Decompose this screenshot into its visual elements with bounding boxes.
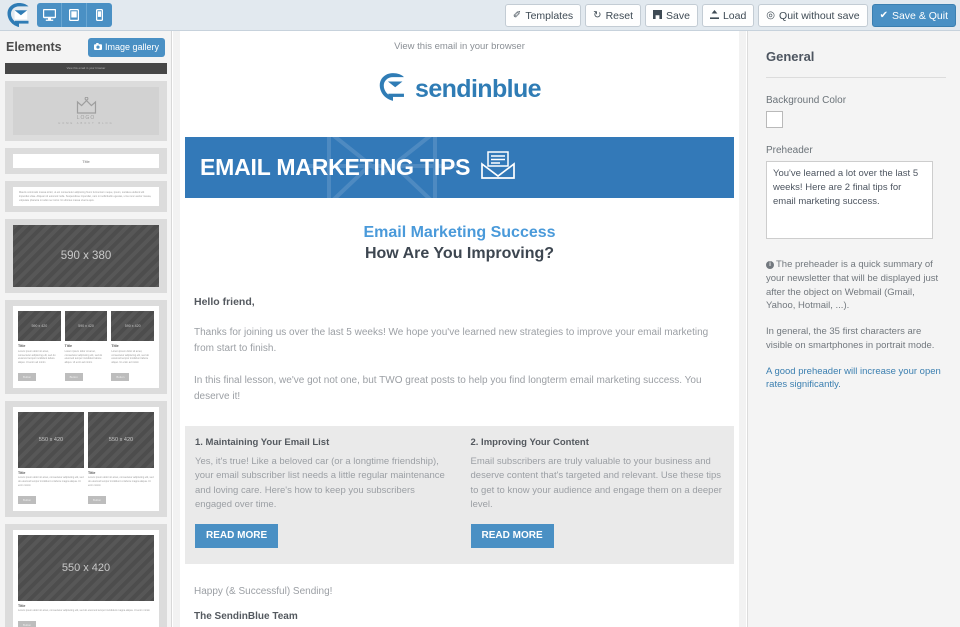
camera-icon: [93, 42, 102, 52]
heading-secondary: How Are You Improving?: [364, 245, 555, 262]
image-gallery-button[interactable]: Image gallery: [87, 37, 165, 57]
save-and-quit-button[interactable]: ✔ Save & Quit: [871, 4, 956, 27]
page-title: Elements: [6, 40, 62, 54]
image-placeholder: 590 x 380: [13, 225, 159, 288]
column-2-body: Email subscribers are truly valuable to …: [470, 456, 722, 510]
button-placeholder: Button: [18, 495, 37, 504]
sendinblue-shield-icon: [378, 72, 408, 107]
email-logo[interactable]: sendinblue: [180, 52, 739, 137]
refresh-icon: ↻: [593, 9, 602, 21]
email-preview-canvas[interactable]: View this email in your browser sendinbl…: [173, 31, 746, 627]
sidebar-header: Elements Image gallery: [0, 31, 171, 63]
logo-wordmark: sendinblue: [415, 75, 542, 103]
column-1-heading: 1. Maintaining Your Email List: [195, 437, 330, 448]
mobile-icon[interactable]: [87, 3, 112, 27]
preheader-help-3: A good preheader will increase your open…: [766, 365, 941, 391]
elements-list[interactable]: View this email in your browser LOGO HOM…: [0, 63, 171, 627]
button-placeholder: Button: [64, 372, 83, 381]
reset-label: Reset: [605, 9, 633, 22]
general-settings-panel: General Background Color Preheader iThe …: [747, 31, 960, 627]
greeting-text: Hello friend,: [194, 296, 255, 308]
elements-sidebar: Elements Image gallery View this email i…: [0, 31, 172, 627]
email-body: View this email in your browser sendinbl…: [180, 31, 739, 627]
quit-without-save-button[interactable]: ◎ Quit without save: [758, 4, 868, 27]
background-color-swatch[interactable]: [766, 111, 783, 128]
image-placeholder: 590 x 420: [18, 311, 61, 342]
image-placeholder: 550 x 420: [18, 411, 84, 468]
wand-icon: ✐: [512, 9, 522, 21]
device-preview-toggle[interactable]: [37, 3, 112, 27]
signoff-text: Happy (& Successful) Sending!: [194, 586, 333, 597]
sendinblue-shield-icon: [6, 2, 32, 28]
info-icon: i: [766, 261, 774, 269]
background-color-label: Background Color: [766, 95, 847, 106]
image-placeholder: 590 x 420: [111, 311, 155, 342]
top-toolbar: ✐ Templates ↻ Reset Save Load ◎ Quit wit…: [0, 0, 960, 31]
preheader-label: Preheader: [766, 145, 813, 156]
action-buttons: ✐ Templates ↻ Reset Save Load ◎ Quit wit…: [504, 4, 956, 27]
button-placeholder: Button: [18, 372, 37, 381]
list-item[interactable]: Mauris commodo massa tortor, ut est cons…: [5, 181, 167, 213]
image-placeholder: 590 x 420: [64, 311, 108, 342]
column-1[interactable]: 1. Maintaining Your Email List Yes, it's…: [190, 437, 454, 548]
read-more-button-1[interactable]: READ MORE: [195, 524, 279, 548]
save-and-quit-label: Save & Quit: [891, 9, 948, 22]
heading-primary: Email Marketing Success: [363, 224, 556, 241]
load-label: Load: [722, 9, 747, 22]
list-item[interactable]: 550 x 420 Title Lorem ipsum dolor sit am…: [5, 400, 167, 517]
templates-label: Templates: [525, 9, 574, 22]
logo-placeholder: LOGO HOME ABOUT BLOG: [13, 87, 159, 135]
list-item[interactable]: Title: [5, 148, 167, 174]
quit-without-save-label: Quit without save: [779, 9, 860, 22]
open-envelope-icon: [481, 150, 516, 185]
list-item[interactable]: 550 x 420 Title Lorem ipsum dolor sit am…: [5, 523, 167, 627]
email-banner[interactable]: EMAIL MARKETING TIPS: [185, 137, 734, 198]
team-signature: The SendinBlue Team: [194, 611, 298, 622]
list-item[interactable]: View this email in your browser: [5, 63, 167, 74]
view-in-browser-link[interactable]: View this email in your browser: [180, 31, 739, 52]
preheader-help-2: In general, the 35 first characters are …: [766, 326, 935, 351]
image-gallery-label: Image gallery: [104, 42, 159, 52]
save-label: Save: [666, 9, 690, 22]
list-item[interactable]: 590 x 420 Title Lorem ipsum dolor sit am…: [5, 300, 167, 394]
floppy-disk-icon: [653, 9, 662, 22]
upload-icon: [709, 9, 719, 22]
list-item[interactable]: 590 x 380: [5, 219, 167, 294]
tablet-icon[interactable]: [62, 3, 87, 27]
preheader-input[interactable]: [766, 161, 933, 239]
check-icon: ✔: [879, 9, 888, 21]
two-column-section[interactable]: 1. Maintaining Your Email List Yes, it's…: [185, 426, 734, 564]
column-2-heading: 2. Improving Your Content: [470, 437, 589, 448]
load-button[interactable]: Load: [701, 4, 755, 27]
button-placeholder: Button: [111, 372, 130, 381]
paragraph-1: Thanks for joining us over the last 5 we…: [194, 327, 709, 354]
list-item[interactable]: LOGO HOME ABOUT BLOG: [5, 81, 167, 141]
panel-title: General: [766, 49, 946, 78]
column-2[interactable]: 2. Improving Your Content Email subscrib…: [466, 437, 730, 548]
button-placeholder: Button: [88, 495, 107, 504]
reset-button[interactable]: ↻ Reset: [585, 4, 641, 27]
banner-title: EMAIL MARKETING TIPS: [200, 154, 471, 180]
paragraph-2: In this final lesson, we've got not one,…: [194, 375, 702, 402]
image-placeholder: 550 x 420: [18, 534, 154, 601]
desktop-icon[interactable]: [37, 3, 62, 27]
email-headings: Email Marketing Success How Are You Impr…: [180, 198, 739, 263]
email-body-copy[interactable]: Hello friend, Thanks for joining us over…: [180, 263, 739, 404]
button-placeholder: Button: [18, 620, 37, 627]
preheader-help-1: i The preheader is a quick summary of you…: [766, 259, 939, 312]
power-off-icon: ◎: [766, 9, 776, 21]
save-button[interactable]: Save: [645, 4, 698, 27]
column-1-body: Yes, it's true! Like a beloved car (or a…: [195, 456, 445, 510]
read-more-button-2[interactable]: READ MORE: [470, 524, 554, 548]
image-placeholder: 550 x 420: [88, 411, 154, 468]
templates-button[interactable]: ✐ Templates: [504, 4, 582, 27]
